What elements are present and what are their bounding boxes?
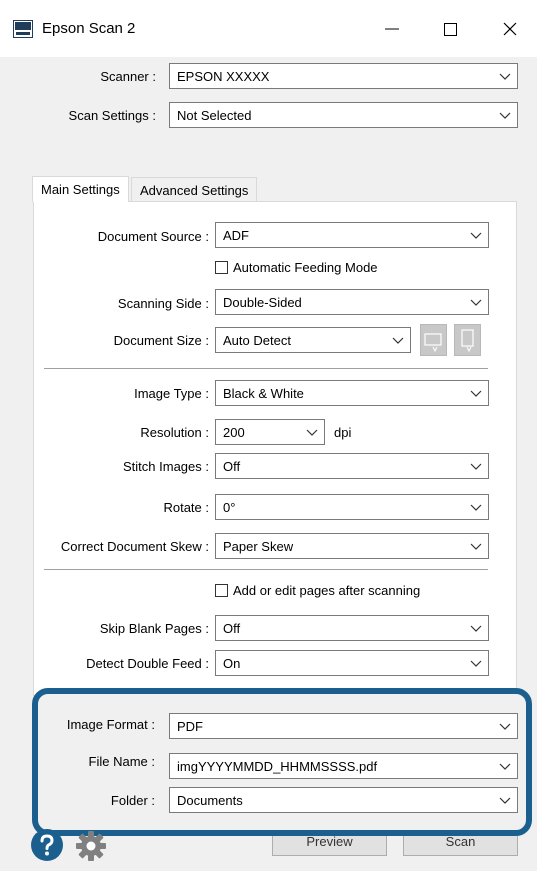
chevron-down-icon — [470, 390, 482, 397]
rotate-value: 0° — [223, 500, 236, 515]
chevron-down-icon — [499, 73, 511, 80]
add-edit-pages-label: Add or edit pages after scanning — [233, 583, 421, 598]
title-bar: Epson Scan 2 — [0, 0, 537, 57]
document-source-select[interactable]: ADF — [215, 222, 489, 248]
scanner-value: EPSON XXXXX — [177, 69, 270, 84]
portrait-document-icon — [461, 329, 474, 353]
rotate-label: Rotate : — [163, 500, 209, 515]
scan-settings-select[interactable]: Not Selected — [169, 102, 518, 128]
landscape-document-button[interactable] — [420, 324, 447, 356]
scanning-side-label: Scanning Side : — [117, 296, 209, 311]
auto-feed-label: Automatic Feeding Mode — [233, 260, 378, 275]
chevron-down-icon — [470, 463, 482, 470]
skip-blank-label: Skip Blank Pages : — [99, 621, 209, 636]
maximize-icon — [443, 22, 457, 36]
window-title: Epson Scan 2 — [42, 20, 136, 37]
stitch-images-label: Stitch Images : — [123, 459, 209, 474]
skip-blank-select[interactable]: Off — [215, 615, 489, 641]
scanner-app-icon — [13, 20, 33, 38]
scanning-side-select[interactable]: Double-Sided — [215, 289, 489, 315]
double-feed-label: Detect Double Feed : — [86, 656, 209, 671]
chevron-down-icon — [470, 543, 482, 550]
chevron-down-icon — [470, 625, 482, 632]
auto-feed-checkbox[interactable] — [215, 261, 228, 274]
image-type-select[interactable]: Black & White — [215, 380, 489, 406]
skip-blank-value: Off — [223, 621, 241, 636]
landscape-document-icon — [424, 333, 442, 353]
correct-skew-select[interactable]: Paper Skew — [215, 533, 489, 559]
tab-main-settings[interactable]: Main Settings — [32, 176, 129, 202]
chevron-down-icon — [392, 337, 404, 344]
document-source-value: ADF — [223, 228, 249, 243]
section-divider — [44, 569, 488, 570]
minimize-button[interactable] — [369, 14, 415, 44]
scanning-side-value: Double-Sided — [223, 295, 302, 310]
maximize-button[interactable] — [427, 14, 473, 44]
image-type-value: Black & White — [223, 386, 304, 401]
correct-skew-value: Paper Skew — [223, 539, 294, 554]
image-type-label: Image Type : — [134, 386, 209, 401]
output-settings-highlight — [32, 688, 532, 836]
document-size-select[interactable]: Auto Detect — [215, 327, 411, 353]
chevron-down-icon — [470, 504, 482, 511]
resolution-label: Resolution : — [140, 425, 209, 440]
close-icon — [503, 22, 517, 36]
document-size-label: Document Size : — [113, 333, 209, 348]
minimize-icon — [385, 28, 399, 30]
close-button[interactable] — [487, 14, 533, 44]
chevron-down-icon — [306, 429, 318, 436]
chevron-down-icon — [470, 232, 482, 239]
rotate-select[interactable]: 0° — [215, 494, 489, 520]
portrait-document-button[interactable] — [454, 324, 481, 356]
chevron-down-icon — [470, 660, 482, 667]
chevron-down-icon — [470, 299, 482, 306]
resolution-unit: dpi — [334, 425, 352, 440]
stitch-images-value: Off — [223, 459, 241, 474]
gear-icon[interactable] — [75, 830, 107, 862]
resolution-select[interactable]: 200 — [215, 419, 325, 445]
document-size-value: Auto Detect — [223, 333, 291, 348]
scanner-select[interactable]: EPSON XXXXX — [169, 63, 518, 89]
help-icon[interactable] — [30, 828, 64, 862]
add-edit-pages-checkbox[interactable] — [215, 584, 228, 597]
resolution-value: 200 — [223, 425, 245, 440]
section-divider — [44, 368, 488, 369]
document-source-label: Document Source : — [97, 229, 209, 244]
epson-scan-window: Epson Scan 2 Scanner : EPSON XXXXX Scan … — [0, 0, 537, 871]
double-feed-select[interactable]: On — [215, 650, 489, 676]
stitch-images-select[interactable]: Off — [215, 453, 489, 479]
scan-settings-value: Not Selected — [177, 108, 252, 123]
double-feed-value: On — [223, 656, 241, 671]
scan-settings-label: Scan Settings : — [68, 108, 156, 123]
chevron-down-icon — [499, 112, 511, 119]
correct-skew-label: Correct Document Skew : — [60, 539, 209, 554]
scanner-label: Scanner : — [100, 69, 156, 84]
tab-advanced-settings[interactable]: Advanced Settings — [131, 177, 258, 203]
